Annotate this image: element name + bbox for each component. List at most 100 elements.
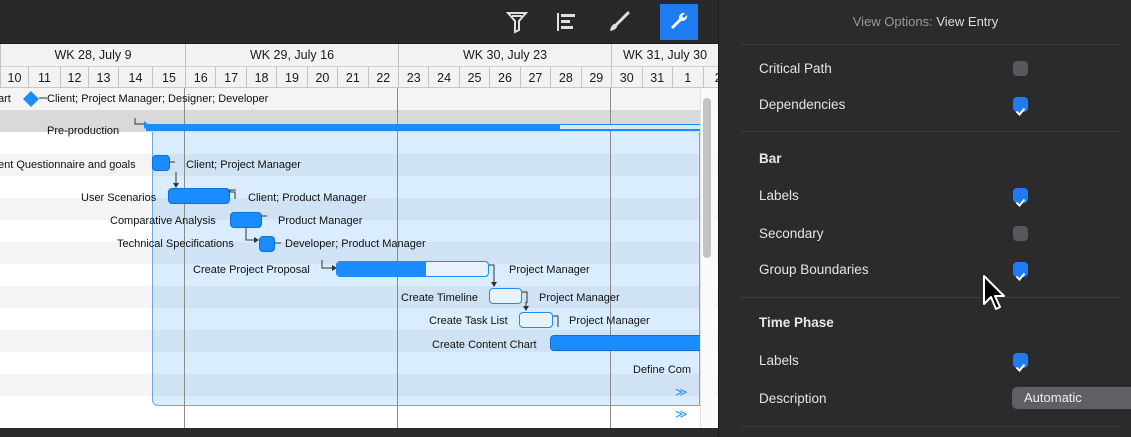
day-label: 20	[306, 66, 338, 88]
task-label[interactable]: Comparative Analysis	[110, 214, 216, 228]
day-label: 28	[550, 66, 581, 88]
group-boundaries-row: Group Boundaries	[759, 252, 1119, 288]
task-bar[interactable]	[489, 288, 522, 304]
secondary-checkbox[interactable]	[1013, 226, 1028, 241]
day-label: 21	[337, 66, 368, 88]
time-phase-labels-row: Labels	[759, 343, 1119, 379]
description-popup[interactable]: Automatic ▴▾	[1012, 387, 1131, 409]
week-31-label: WK 31, July 30	[611, 44, 718, 66]
day-label: 17	[215, 66, 246, 88]
day-label: 25	[458, 66, 490, 88]
paintbrush-icon	[610, 11, 630, 31]
day-label: 18	[245, 66, 277, 88]
task-label[interactable]: Create Timeline	[401, 291, 478, 305]
critical-path-label: Critical Path	[759, 61, 832, 76]
day-label: 14	[118, 66, 152, 88]
task-bar[interactable]	[519, 312, 553, 328]
secondary-row: Secondary	[759, 216, 1119, 252]
milestone-diamond[interactable]	[23, 91, 39, 107]
group-label[interactable]: Pre-production	[47, 124, 119, 138]
task-assignees: Project Manager	[509, 264, 590, 276]
dependencies-checkbox[interactable]	[1013, 97, 1028, 116]
inspector-panel: View Options: View Entry Critical Path D…	[718, 0, 1131, 437]
more-indicator[interactable]: ≫	[675, 385, 688, 399]
task-label[interactable]: art	[0, 92, 11, 106]
checkmark-icon	[1015, 107, 1026, 116]
task-bar[interactable]	[550, 335, 705, 351]
week-28-label: WK 28, July 9	[0, 44, 185, 66]
style-button[interactable]	[600, 4, 638, 40]
task-label[interactable]: Technical Specifications	[117, 237, 234, 251]
checkmark-icon	[1015, 198, 1026, 207]
timeline-header: WK 28, July 9 WK 29, July 16 WK 30, July…	[0, 44, 718, 88]
task-assignees: Client; Product Manager	[248, 192, 367, 204]
task-label[interactable]: ent Questionnaire and goals	[0, 158, 136, 172]
task-assignees: Client; Project Manager; Designer; Devel…	[47, 93, 269, 105]
critical-path-checkbox[interactable]	[1013, 61, 1028, 76]
dependencies-label: Dependencies	[759, 97, 846, 112]
day-label: 23	[398, 66, 429, 88]
checkmark-icon	[1015, 363, 1026, 372]
task-label[interactable]: Define Com	[633, 363, 691, 377]
view-options-button[interactable]	[660, 4, 698, 40]
task-label[interactable]: Create Project Proposal	[193, 263, 310, 277]
day-label: 1	[672, 66, 703, 88]
task-assignees: Product Manager	[278, 215, 363, 227]
day-label: 22	[367, 66, 398, 88]
bar-labels-label: Labels	[759, 188, 799, 203]
checkmark-icon	[1015, 272, 1026, 281]
time-phase-section-heading: Time Phase	[759, 315, 834, 330]
inspector-title: View Options: View Entry	[719, 0, 1131, 44]
dependencies-row: Dependencies	[759, 87, 1119, 123]
task-assignees: Client; Project Manager	[186, 159, 301, 171]
group-bar-remaining	[560, 125, 700, 129]
task-bar[interactable]	[259, 236, 275, 252]
task-label[interactable]: User Scenarios	[81, 191, 156, 205]
day-label: 16	[185, 66, 216, 88]
outline-icon	[557, 13, 575, 31]
task-label[interactable]: Create Content Chart	[432, 338, 537, 352]
filter-icon	[506, 12, 528, 34]
day-label: 13	[88, 66, 118, 88]
bar-labels-checkbox[interactable]	[1013, 188, 1028, 207]
day-label: 27	[519, 66, 551, 88]
secondary-label: Secondary	[759, 226, 824, 241]
week-29-label: WK 29, July 16	[185, 44, 398, 66]
gantt-chart: art Client; Project Manager; Designer; D…	[0, 88, 718, 428]
gantt-view: WK 28, July 9 WK 29, July 16 WK 30, July…	[0, 0, 718, 437]
filter-button[interactable]	[498, 4, 536, 40]
description-row: Description Automatic ▴▾	[759, 381, 1131, 417]
outline-button[interactable]	[547, 4, 585, 40]
week-30-label: WK 30, July 23	[398, 44, 611, 66]
day-label: 15	[152, 66, 185, 88]
task-bar[interactable]	[152, 155, 170, 171]
task-assignees: Developer; Product Manager	[285, 238, 426, 250]
group-boundaries-checkbox[interactable]	[1013, 262, 1028, 281]
day-label: 19	[276, 66, 307, 88]
mouse-pointer-icon	[983, 275, 1005, 310]
day-label: 31	[641, 66, 672, 88]
day-label: 12	[60, 66, 88, 88]
task-bar[interactable]	[336, 261, 489, 277]
bar-labels-row: Labels	[759, 178, 1119, 214]
more-indicator[interactable]: ≫	[675, 407, 688, 421]
scrollbar-thumb[interactable]	[703, 98, 711, 258]
task-label[interactable]: Create Task List	[429, 314, 508, 328]
time-phase-labels-label: Labels	[759, 353, 799, 368]
day-label: 2	[702, 66, 718, 88]
day-label: 30	[611, 66, 642, 88]
toolbar	[0, 0, 718, 44]
task-bar[interactable]	[230, 212, 262, 228]
group-boundaries-label: Group Boundaries	[759, 262, 869, 277]
task-progress-fill	[337, 262, 427, 276]
day-label: 24	[428, 66, 459, 88]
day-label: 11	[28, 66, 60, 88]
day-label: 26	[489, 66, 520, 88]
inspector-title-value: View Entry	[936, 14, 999, 29]
task-assignees: Project Manager	[569, 315, 650, 327]
time-phase-labels-checkbox[interactable]	[1013, 353, 1028, 372]
description-popup-value: Automatic	[1024, 390, 1082, 405]
task-assignees: Project Manager	[539, 292, 620, 304]
critical-path-row: Critical Path	[759, 51, 1119, 87]
day-label: 10	[0, 66, 28, 88]
